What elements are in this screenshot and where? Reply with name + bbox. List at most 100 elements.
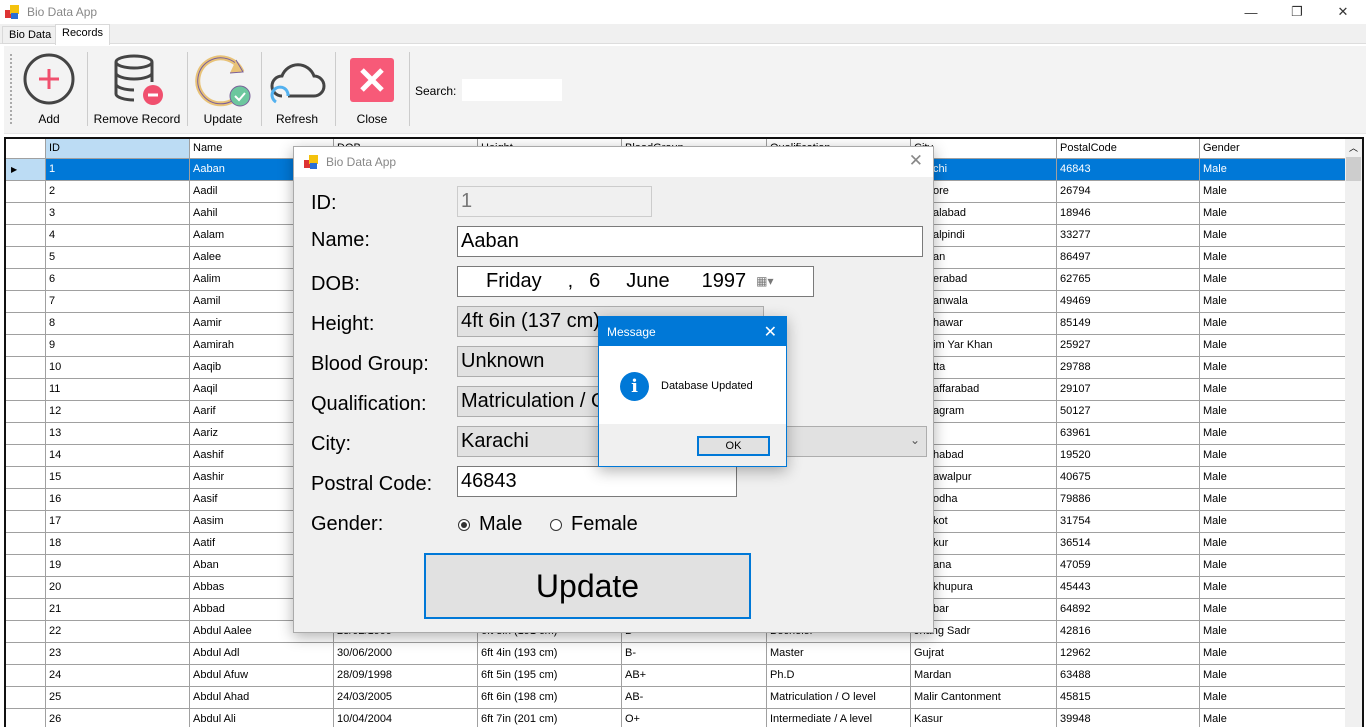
table-cell[interactable]: 4 [46, 225, 190, 247]
table-cell[interactable]: AB+ [622, 665, 767, 687]
table-cell[interactable]: 15 [46, 467, 190, 489]
refresh-button[interactable]: Refresh [265, 50, 329, 130]
table-cell[interactable]: 22 [46, 621, 190, 643]
row-header[interactable] [6, 269, 46, 291]
table-cell[interactable]: Male [1200, 445, 1346, 467]
table-cell[interactable]: 6 [46, 269, 190, 291]
table-cell[interactable]: 79886 [1057, 489, 1200, 511]
table-cell[interactable]: 2 [46, 181, 190, 203]
row-header[interactable] [6, 379, 46, 401]
table-cell[interactable]: 63961 [1057, 423, 1200, 445]
close-toolbar-button[interactable]: Close [340, 50, 404, 130]
table-cell[interactable]: Male [1200, 423, 1346, 445]
table-cell[interactable]: 47059 [1057, 555, 1200, 577]
table-cell[interactable]: 45815 [1057, 687, 1200, 709]
table-cell[interactable]: 5 [46, 247, 190, 269]
row-header[interactable] [6, 423, 46, 445]
table-cell[interactable]: 12 [46, 401, 190, 423]
table-cell[interactable]: 6ft 7in (201 cm) [478, 709, 622, 727]
dialog-close-button[interactable]: ✕ [909, 151, 923, 171]
table-cell[interactable]: 14 [46, 445, 190, 467]
table-cell[interactable]: 24/03/2005 [334, 687, 478, 709]
maximize-button[interactable]: ❐ [1274, 0, 1320, 24]
table-cell[interactable]: 50127 [1057, 401, 1200, 423]
table-row[interactable]: 25 Abdul Ahad 24/03/2005 6ft 6in (198 cm) AB… [6, 687, 1346, 709]
table-cell[interactable]: Male [1200, 643, 1346, 665]
row-header[interactable] [6, 445, 46, 467]
dob-picker[interactable]: Friday , 6 June 1997 ▦▾ [457, 266, 814, 297]
table-cell[interactable]: Gujrat [911, 643, 1057, 665]
update-button[interactable]: Update [424, 553, 751, 619]
table-cell[interactable]: Abdul Ali [190, 709, 334, 727]
table-cell[interactable]: Male [1200, 467, 1346, 489]
calendar-dropdown-icon[interactable]: ▦▾ [756, 274, 773, 293]
table-cell[interactable]: Abdul Adl [190, 643, 334, 665]
scroll-thumb[interactable] [1346, 157, 1361, 181]
table-cell[interactable]: 64892 [1057, 599, 1200, 621]
table-cell[interactable]: 13 [46, 423, 190, 445]
row-header[interactable] [6, 291, 46, 313]
table-cell[interactable]: Male [1200, 665, 1346, 687]
table-cell[interactable]: 6ft 4in (193 cm) [478, 643, 622, 665]
table-cell[interactable]: 62765 [1057, 269, 1200, 291]
table-cell[interactable]: 25 [46, 687, 190, 709]
table-cell[interactable]: Male [1200, 555, 1346, 577]
table-cell[interactable]: 6ft 5in (195 cm) [478, 665, 622, 687]
table-cell[interactable]: 17 [46, 511, 190, 533]
row-header[interactable] [6, 401, 46, 423]
table-cell[interactable]: Male [1200, 379, 1346, 401]
name-field[interactable]: Aaban [457, 226, 923, 257]
table-cell[interactable]: AB- [622, 687, 767, 709]
table-cell[interactable]: Male [1200, 621, 1346, 643]
table-cell[interactable]: 31754 [1057, 511, 1200, 533]
table-cell[interactable]: 23 [46, 643, 190, 665]
table-cell[interactable]: Male [1200, 181, 1346, 203]
postal-code-field[interactable]: 46843 [457, 466, 737, 497]
table-cell[interactable]: 10 [46, 357, 190, 379]
table-cell[interactable]: 42816 [1057, 621, 1200, 643]
update-toolbar-button[interactable]: Update [192, 50, 254, 130]
row-header[interactable] [6, 181, 46, 203]
vertical-scrollbar[interactable]: ︿ [1345, 139, 1362, 727]
search-input[interactable] [462, 79, 562, 101]
table-cell[interactable]: 24 [46, 665, 190, 687]
table-cell[interactable]: 46843 [1057, 159, 1200, 181]
row-header[interactable] [6, 313, 46, 335]
table-cell[interactable]: Male [1200, 247, 1346, 269]
message-close-button[interactable]: ✕ [764, 322, 777, 342]
table-cell[interactable]: 16 [46, 489, 190, 511]
table-cell[interactable]: Male [1200, 269, 1346, 291]
row-header[interactable] [6, 203, 46, 225]
gender-female-radio[interactable]: Female [550, 513, 638, 536]
table-cell[interactable]: Ph.D [767, 665, 911, 687]
table-cell[interactable]: 63488 [1057, 665, 1200, 687]
table-cell[interactable]: Matriculation / O level [767, 687, 911, 709]
table-cell[interactable]: Male [1200, 687, 1346, 709]
table-cell[interactable]: 21 [46, 599, 190, 621]
row-header[interactable] [6, 621, 46, 643]
table-cell[interactable]: 19520 [1057, 445, 1200, 467]
table-cell[interactable]: 33277 [1057, 225, 1200, 247]
table-cell[interactable]: Male [1200, 599, 1346, 621]
table-cell[interactable]: 26 [46, 709, 190, 727]
table-cell[interactable]: Male [1200, 225, 1346, 247]
table-cell[interactable]: Male [1200, 335, 1346, 357]
table-cell[interactable]: 1 [46, 159, 190, 181]
table-cell[interactable]: 6ft 6in (198 cm) [478, 687, 622, 709]
row-header[interactable]: ▶ [6, 159, 46, 181]
row-header[interactable] [6, 489, 46, 511]
table-cell[interactable]: Malir Cantonment [911, 687, 1057, 709]
table-cell[interactable]: Male [1200, 159, 1346, 181]
row-header[interactable] [6, 511, 46, 533]
table-cell[interactable]: Male [1200, 489, 1346, 511]
row-header[interactable] [6, 533, 46, 555]
table-cell[interactable]: Male [1200, 401, 1346, 423]
table-cell[interactable]: Intermediate / A level [767, 709, 911, 727]
table-row[interactable]: 26 Abdul Ali 10/04/2004 6ft 7in (201 cm) O+ I… [6, 709, 1346, 727]
table-cell[interactable]: Abdul Ahad [190, 687, 334, 709]
table-cell[interactable]: Master [767, 643, 911, 665]
table-cell[interactable]: B- [622, 643, 767, 665]
minimize-button[interactable]: — [1228, 0, 1274, 24]
table-cell[interactable]: O+ [622, 709, 767, 727]
add-button[interactable]: Add [19, 50, 79, 130]
